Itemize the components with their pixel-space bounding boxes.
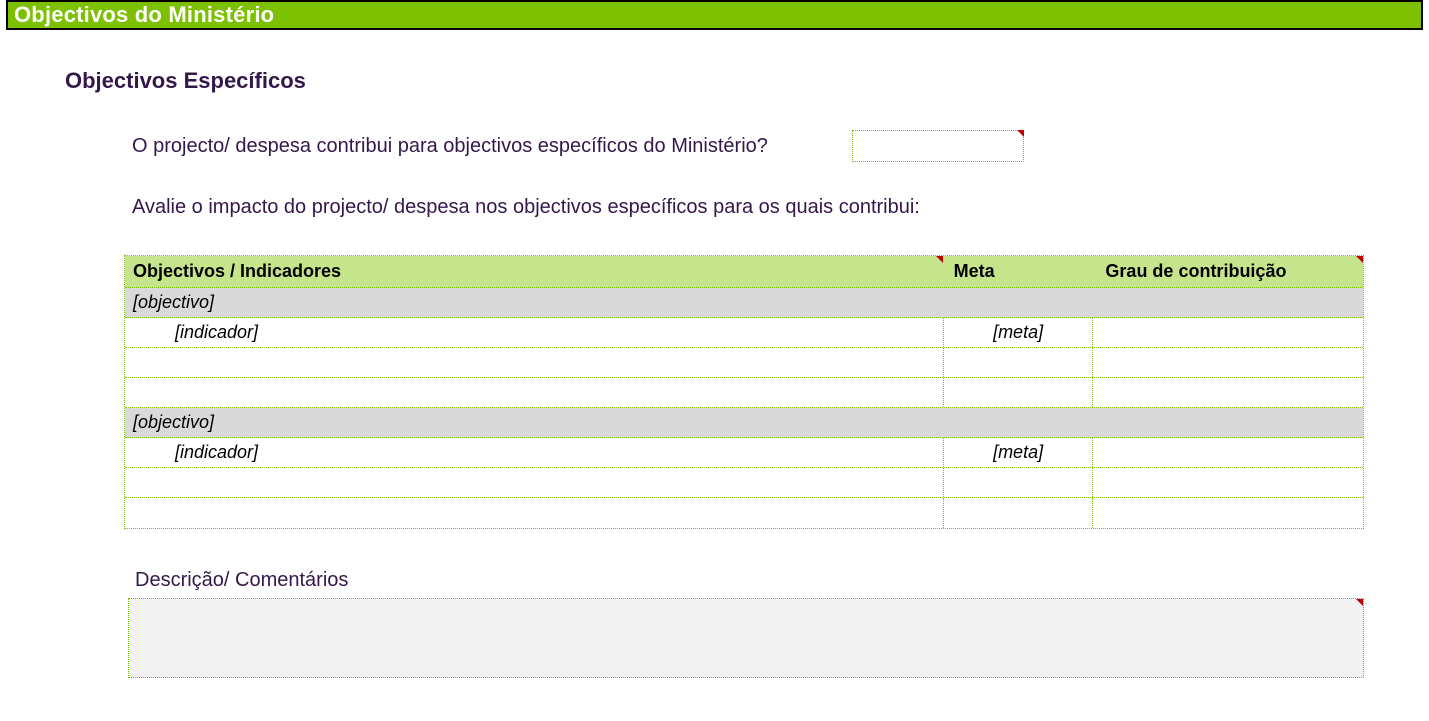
meta-cell (944, 378, 1094, 407)
meta-cell: [meta] (944, 318, 1094, 347)
comment-marker-icon (1356, 256, 1363, 263)
grau-cell[interactable] (1093, 348, 1363, 377)
description-label: Descrição/ Comentários (135, 569, 1429, 592)
description-input[interactable] (128, 598, 1364, 678)
indicator-cell (125, 498, 944, 528)
meta-cell (944, 468, 1094, 497)
indicator-cell: [indicador] (125, 438, 944, 467)
indicator-cell: [indicador] (125, 318, 944, 347)
indicator-row[interactable] (125, 348, 1363, 378)
indicator-row[interactable] (125, 378, 1363, 408)
indicator-row[interactable]: [indicador] [meta] (125, 438, 1363, 468)
comment-marker-icon (936, 256, 943, 263)
grau-cell[interactable] (1093, 498, 1363, 528)
grau-cell[interactable] (1093, 318, 1363, 347)
section-banner: Objectivos do Ministério (6, 0, 1423, 30)
grau-cell[interactable] (1093, 468, 1363, 497)
grau-cell[interactable] (1093, 438, 1363, 467)
question-row: O projecto/ despesa contribui para objec… (132, 130, 1429, 162)
indicator-cell (125, 468, 944, 497)
comment-marker-icon (1356, 599, 1363, 606)
meta-cell (944, 498, 1094, 528)
objectives-table: Objectivos / Indicadores Meta Grau de co… (124, 255, 1364, 529)
indicator-row[interactable] (125, 498, 1363, 528)
objective-group-row[interactable]: [objectivo] (125, 408, 1363, 438)
meta-cell: [meta] (944, 438, 1094, 467)
section-subtitle: Objectivos Específicos (65, 68, 1429, 94)
table-header-row: Objectivos / Indicadores Meta Grau de co… (125, 256, 1363, 288)
indicator-cell (125, 348, 944, 377)
col-header-meta: Meta (944, 261, 1094, 282)
question-input[interactable] (852, 130, 1024, 162)
objective-label: [objectivo] (133, 412, 214, 433)
indicator-cell (125, 378, 944, 407)
instruction-text: Avalie o impacto do projecto/ despesa no… (132, 196, 1429, 219)
indicator-row[interactable] (125, 468, 1363, 498)
question-text: O projecto/ despesa contribui para objec… (132, 135, 832, 158)
comment-marker-icon (1017, 130, 1024, 137)
banner-title: Objectivos do Ministério (14, 2, 274, 28)
col-header-grau: Grau de contribuição (1093, 261, 1363, 282)
meta-cell (944, 348, 1094, 377)
objective-group-row[interactable]: [objectivo] (125, 288, 1363, 318)
col-header-objectives: Objectivos / Indicadores (125, 261, 944, 282)
objective-label: [objectivo] (133, 292, 214, 313)
indicator-row[interactable]: [indicador] [meta] (125, 318, 1363, 348)
grau-cell[interactable] (1093, 378, 1363, 407)
